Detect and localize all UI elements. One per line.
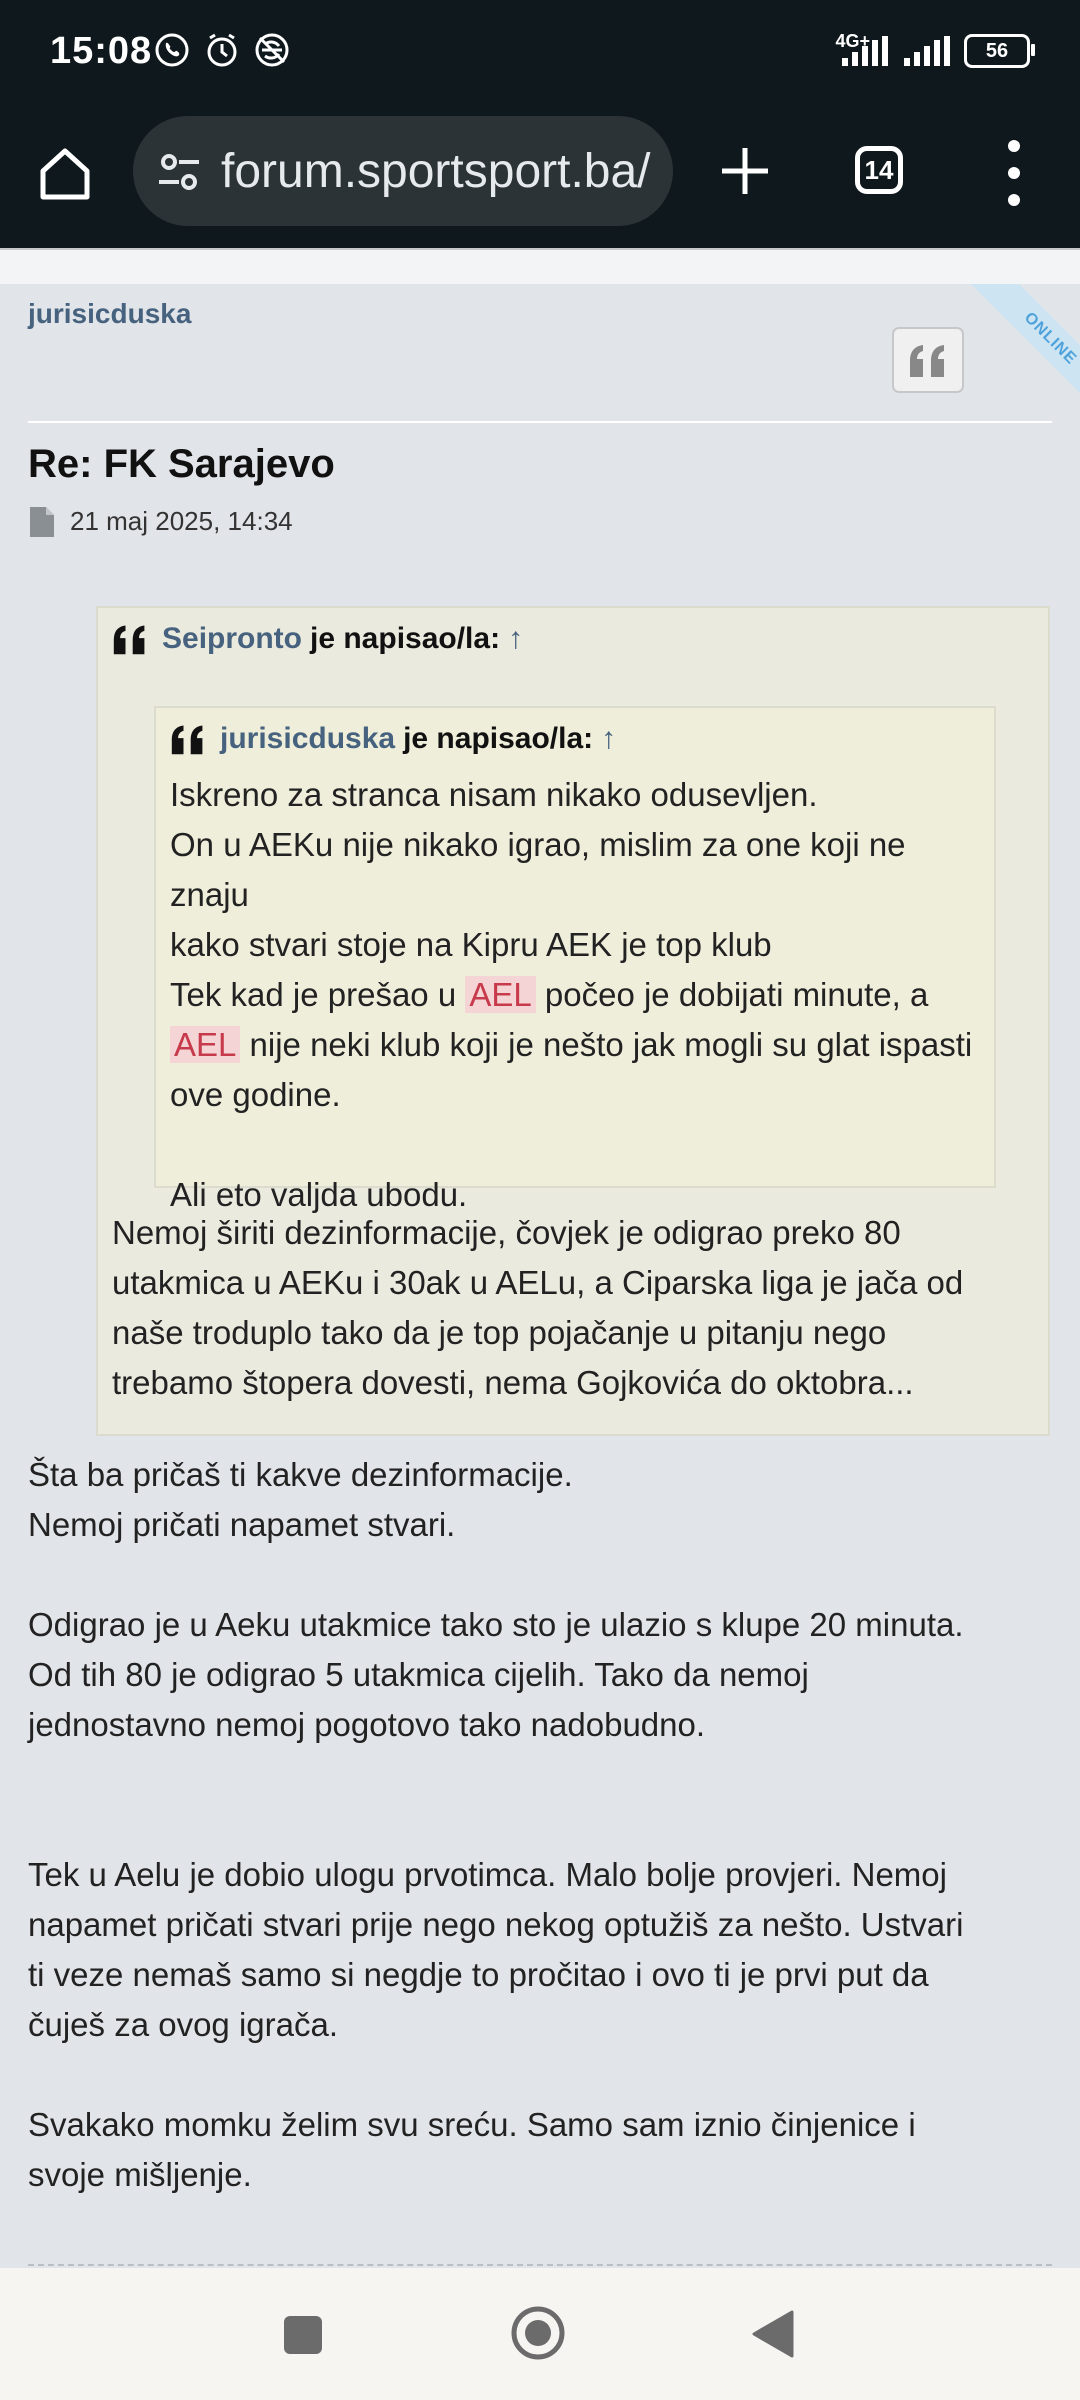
notification-icons <box>152 30 292 70</box>
text-line: Tek kad je prešao u AEL počeo je dobijat… <box>170 970 990 1020</box>
quote-jump-link[interactable]: ↑ <box>508 622 523 656</box>
forum-post: jurisicduska ONLINE Re: FK Sarajevo 21 m… <box>0 284 1080 2284</box>
post-author[interactable]: jurisicduska <box>28 298 191 330</box>
text-line: Nemoj pričati napamet stvari. <box>28 1506 456 1543</box>
highlight-term: AEL <box>170 1026 241 1063</box>
text-line: čuješ za ovog igrača. <box>28 2006 339 2043</box>
site-settings-icon <box>159 154 199 190</box>
home-nav-button[interactable] <box>510 2305 566 2361</box>
post-body: Šta ba pričaš ti kakve dezinformacije. N… <box>28 1450 1058 2200</box>
text-line: Odigrao je u Aeku utakmice tako sto je u… <box>28 1606 964 1643</box>
inner-quote-text: Iskreno za stranca nisam nikako odusevlj… <box>170 770 990 1220</box>
online-label: ONLINE <box>960 284 1080 424</box>
inner-quote-cite: jurisicduska je napisao/la: ↑ <box>170 722 616 756</box>
quote-wrote-label: je napisao/la: <box>403 722 594 755</box>
tab-count: 14 <box>864 154 894 185</box>
text-line: Tek u Aelu je dobio ulogu prvotimca. Mal… <box>28 1856 947 1893</box>
address-bar[interactable]: forum.sportsport.ba/ <box>133 116 673 226</box>
quote-icon <box>910 345 944 377</box>
status-bar: 15:08 4G+ 56 <box>0 0 1080 108</box>
outer-quote-text: Nemoj širiti dezinformacije, čovjek je o… <box>112 1208 1042 1408</box>
highlight-term: AEL <box>465 976 536 1013</box>
system-indicators: 4G+ 56 <box>835 30 1035 68</box>
text-line: trebamo štopera dovesti, nema Gojkovića … <box>112 1364 914 1401</box>
quote-wrote-label: je napisao/la: <box>310 622 501 655</box>
text-line: ti veze nemaš samo si negdje to pročitao… <box>28 1956 929 1993</box>
text-line: ove godine. <box>170 1076 341 1113</box>
home-icon <box>40 148 90 200</box>
new-tab-icon[interactable] <box>712 138 778 204</box>
text-line: AEL nije neki klub koji je nešto jak mog… <box>170 1020 990 1070</box>
document-icon <box>30 506 54 537</box>
quote-jump-link[interactable]: ↑ <box>601 722 616 756</box>
post-separator <box>28 2264 1052 2266</box>
browser-toolbar: forum.sportsport.ba/ 14 <box>0 108 1080 248</box>
recents-button[interactable] <box>284 2316 322 2354</box>
home-button[interactable] <box>30 138 100 208</box>
text-line: kako stvari stoje na Kipru AEK je top kl… <box>170 926 772 963</box>
url-text[interactable]: forum.sportsport.ba/ <box>221 144 661 199</box>
text-line: Svakako momku želim svu sreću. Samo sam … <box>28 2106 916 2143</box>
menu-dot <box>1008 140 1020 152</box>
post-date: 21 maj 2025, 14:34 <box>70 506 293 536</box>
quote-icon <box>171 725 203 755</box>
alarm-off-icon <box>207 33 237 67</box>
do-not-disturb-icon <box>255 33 289 67</box>
outer-quote: Seipronto je napisao/la: ↑ jurisicduska … <box>96 606 1050 1436</box>
text-span: Tek kad je prešao u <box>170 976 466 1013</box>
viber-icon <box>155 33 189 67</box>
tab-switcher-button[interactable]: 14 <box>855 146 903 194</box>
text-span: počeo je dobijati minute, a <box>535 976 929 1013</box>
inner-quote: jurisicduska je napisao/la: ↑ Iskreno za… <box>154 706 996 1213</box>
text-line: jednostavno nemoj pogotovo tako nadobudn… <box>28 1706 706 1743</box>
menu-dot <box>1008 167 1020 179</box>
signal-icon-2 <box>904 36 950 66</box>
text-line: Nemoj širiti dezinformacije, čovjek je o… <box>112 1214 901 1251</box>
outer-quote-cite: Seipronto je napisao/la: ↑ <box>112 622 523 656</box>
battery-level: 56 <box>985 39 1009 62</box>
text-line: Šta ba pričaš ti kakve dezinformacije. <box>28 1456 573 1493</box>
text-line: On u AEKu nije nikako igrao, mislim za o… <box>170 826 906 913</box>
post-title[interactable]: Re: FK Sarajevo <box>28 442 335 487</box>
text-line: utakmica u AEKu i 30ak u AELu, a Ciparsk… <box>112 1264 964 1301</box>
text-line: Od tih 80 je odigrao 5 utakmica cijelih.… <box>28 1656 809 1693</box>
back-button[interactable] <box>752 2310 794 2358</box>
battery-indicator: 56 <box>964 34 1035 68</box>
text-line: naše troduplo tako da je top pojačanje u… <box>112 1314 887 1351</box>
text-line: Iskreno za stranca nisam nikako odusevlj… <box>170 776 818 813</box>
post-meta: 21 maj 2025, 14:34 <box>28 506 293 537</box>
text-line: svoje mišljenje. <box>28 2156 252 2193</box>
network-type: 4G+ <box>835 30 870 51</box>
menu-dot <box>1008 194 1020 206</box>
previous-post-edge <box>0 248 1080 286</box>
text-line: napamet pričati stvari prije nego nekog … <box>28 1906 964 1943</box>
text-span: nije neki klub koji je nešto jak mogli s… <box>240 1026 973 1063</box>
quote-icon <box>113 625 145 655</box>
quote-author-link[interactable]: Seipronto <box>162 622 302 656</box>
quote-author-link[interactable]: jurisicduska <box>220 722 395 756</box>
status-time: 15:08 <box>50 30 153 72</box>
system-navigation-bar <box>0 2268 1080 2400</box>
divider <box>28 421 1052 423</box>
browser-menu-button[interactable] <box>992 140 1036 206</box>
quote-button[interactable] <box>892 327 964 393</box>
